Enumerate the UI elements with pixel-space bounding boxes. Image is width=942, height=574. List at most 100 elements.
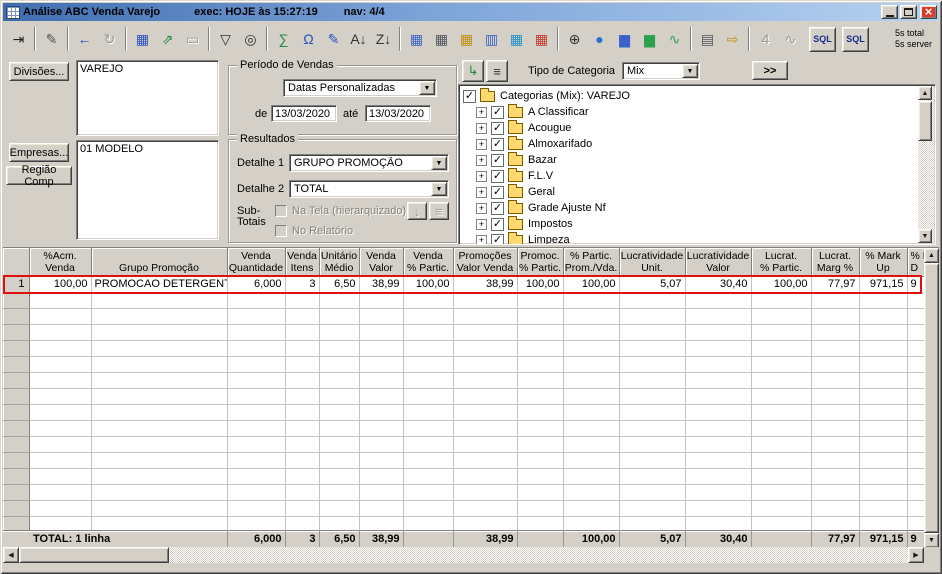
sql-button-1[interactable]: SQL bbox=[809, 26, 836, 52]
expand-plus-icon[interactable]: + bbox=[476, 154, 487, 166]
chevron-down-icon[interactable]: ▼ bbox=[431, 156, 447, 170]
column-header[interactable]: % LD bbox=[907, 248, 924, 277]
scroll-down-icon[interactable]: ▼ bbox=[924, 533, 939, 548]
company-list[interactable]: 01 MODELO bbox=[76, 140, 219, 240]
tree-item[interactable]: + ✓ A Classificar bbox=[463, 103, 915, 120]
column-header[interactable]: Grupo Promoção bbox=[91, 248, 228, 277]
zoom-icon[interactable]: ⊕ bbox=[562, 26, 587, 52]
chart-export-icon[interactable]: ⇗ bbox=[155, 26, 180, 52]
column-header[interactable]: %Acm. Venda bbox=[29, 248, 92, 277]
data-grid-icon[interactable]: ▦ bbox=[130, 26, 155, 52]
maximize-button[interactable] bbox=[900, 5, 917, 19]
table-blue-icon[interactable]: ▦ bbox=[404, 26, 429, 52]
tree-item[interactable]: + ✓ Impostos bbox=[463, 215, 915, 232]
detalhe2-dropdown[interactable]: TOTAL ▼ bbox=[289, 180, 449, 198]
find-icon[interactable]: ◎ bbox=[238, 26, 263, 52]
scroll-up-icon[interactable]: ▲ bbox=[918, 86, 932, 100]
scroll-left-icon[interactable]: ◀ bbox=[3, 547, 19, 563]
checkbox-checked-icon[interactable]: ✓ bbox=[491, 201, 504, 215]
checkbox-checked-icon[interactable]: ✓ bbox=[491, 217, 504, 231]
tree-item[interactable]: + ✓ Limpeza bbox=[463, 231, 915, 244]
expand-plus-icon[interactable]: + bbox=[476, 234, 487, 244]
green-chart-icon[interactable]: ▆ bbox=[637, 26, 662, 52]
tree-item[interactable]: + ✓ Acougue bbox=[463, 119, 915, 136]
regiao-comp-button[interactable]: Região Comp bbox=[6, 164, 72, 188]
detalhe1-dropdown[interactable]: GRUPO PROMOÇÃO ▼ bbox=[289, 154, 449, 172]
chevron-down-icon[interactable]: ▼ bbox=[682, 64, 698, 78]
scroll-up-icon[interactable]: ▲ bbox=[924, 248, 939, 263]
tipo-categoria-dropdown[interactable]: Mix ▼ bbox=[622, 62, 700, 80]
scroll-thumb[interactable] bbox=[918, 101, 932, 141]
divisoes-button[interactable]: Divisões... bbox=[9, 62, 69, 81]
checkbox-checked-icon[interactable]: ✓ bbox=[463, 89, 476, 103]
table-remove-icon[interactable]: ▦ bbox=[529, 26, 554, 52]
table-dark-icon[interactable]: ▦ bbox=[429, 26, 454, 52]
tree-item[interactable]: + ✓ F.L.V bbox=[463, 167, 915, 184]
column-header[interactable]: % Partic. Prom./Vda. bbox=[563, 248, 620, 277]
expand-plus-icon[interactable]: + bbox=[476, 202, 487, 214]
table-currency-icon[interactable]: ▦ bbox=[454, 26, 479, 52]
filter-icon[interactable]: ▽ bbox=[213, 26, 238, 52]
expand-categories-button[interactable]: >> bbox=[752, 61, 788, 80]
scales-icon[interactable]: Ω bbox=[296, 26, 321, 52]
expand-plus-icon[interactable]: + bbox=[476, 218, 487, 230]
chevron-down-icon[interactable]: ▼ bbox=[431, 182, 447, 196]
minimize-button[interactable] bbox=[881, 5, 898, 19]
column-header[interactable]: Promoc.% Partic. bbox=[517, 248, 564, 277]
close-button[interactable]: × bbox=[920, 5, 937, 19]
line-chart-icon[interactable]: ∿ bbox=[662, 26, 687, 52]
empresas-button[interactable]: Empresas... bbox=[9, 143, 69, 162]
export-icon[interactable]: ⇨ bbox=[720, 26, 745, 52]
exit-icon[interactable]: ⇥ bbox=[6, 26, 31, 52]
list-item[interactable]: VAREJO bbox=[80, 63, 215, 75]
tree-item[interactable]: + ✓ Almoxarifado bbox=[463, 135, 915, 152]
division-list[interactable]: VAREJO bbox=[76, 60, 219, 136]
tree-root-item[interactable]: ✓ Categorias (Mix): VAREJO bbox=[463, 87, 915, 104]
checkbox-checked-icon[interactable]: ✓ bbox=[491, 121, 504, 135]
column-header[interactable]: Venda Valor bbox=[359, 248, 404, 277]
tree-scrollbar[interactable]: ▲ ▼ bbox=[918, 86, 934, 243]
sort-asc-icon[interactable]: A↓ bbox=[346, 26, 371, 52]
scroll-right-icon[interactable]: ▶ bbox=[908, 547, 924, 563]
sql-button-2[interactable]: SQL bbox=[842, 26, 869, 52]
scroll-down-icon[interactable]: ▼ bbox=[918, 229, 932, 243]
vertical-scrollbar[interactable]: ▲ ▼ bbox=[924, 248, 939, 548]
column-header[interactable]: Venda Itens bbox=[285, 248, 320, 277]
table-check-icon[interactable]: ▦ bbox=[504, 26, 529, 52]
column-header[interactable]: Venda% Partic. bbox=[403, 248, 454, 277]
tree-item[interactable]: + ✓ Grade Ajuste Nf bbox=[463, 199, 915, 216]
expand-plus-icon[interactable]: + bbox=[476, 122, 487, 134]
table-columns-icon[interactable]: ▥ bbox=[479, 26, 504, 52]
column-header[interactable]: Lucratividade Valor bbox=[685, 248, 752, 277]
scroll-thumb[interactable] bbox=[924, 263, 939, 533]
horizontal-scrollbar[interactable]: ◀ ▶ bbox=[3, 547, 924, 563]
checkbox-checked-icon[interactable]: ✓ bbox=[491, 153, 504, 167]
print-icon[interactable]: ▤ bbox=[695, 26, 720, 52]
column-header[interactable]: Venda Quantidade bbox=[227, 248, 286, 277]
expand-plus-icon[interactable]: + bbox=[476, 186, 487, 198]
list-item[interactable]: 01 MODELO bbox=[80, 143, 215, 155]
tree-item[interactable]: + ✓ Geral bbox=[463, 183, 915, 200]
totalizer-grid-icon[interactable]: ∑ bbox=[271, 26, 296, 52]
date-to-field[interactable] bbox=[365, 105, 431, 122]
checkbox-checked-icon[interactable]: ✓ bbox=[491, 137, 504, 151]
checkbox-checked-icon[interactable]: ✓ bbox=[491, 169, 504, 183]
expand-plus-icon[interactable]: + bbox=[476, 170, 487, 182]
tree-levels-button[interactable]: ≡ bbox=[486, 60, 508, 82]
tree-item[interactable]: + ✓ Bazar bbox=[463, 151, 915, 168]
column-header[interactable]: % Mark Up bbox=[859, 248, 908, 277]
period-type-dropdown[interactable]: Datas Personalizadas ▼ bbox=[283, 79, 437, 97]
bar-chart-icon[interactable]: ▆ bbox=[612, 26, 637, 52]
chart-edit-icon[interactable]: ✎ bbox=[321, 26, 346, 52]
chevron-down-icon[interactable]: ▼ bbox=[419, 81, 435, 95]
scroll-thumb[interactable] bbox=[19, 547, 169, 563]
column-header[interactable]: Lucratividade Unit. bbox=[619, 248, 686, 277]
column-header[interactable]: Unitário Médio bbox=[319, 248, 360, 277]
expand-plus-icon[interactable]: + bbox=[476, 106, 487, 118]
checkbox-checked-icon[interactable]: ✓ bbox=[491, 233, 504, 244]
checkbox-checked-icon[interactable]: ✓ bbox=[491, 105, 504, 119]
table-row[interactable]: 1 100,00 PROMOCAO DETERGENTE 6,000 3 6,50 38,9… bbox=[3, 276, 924, 293]
column-header[interactable] bbox=[3, 248, 30, 277]
checkbox-checked-icon[interactable]: ✓ bbox=[491, 185, 504, 199]
back-icon[interactable]: ← bbox=[72, 26, 97, 52]
